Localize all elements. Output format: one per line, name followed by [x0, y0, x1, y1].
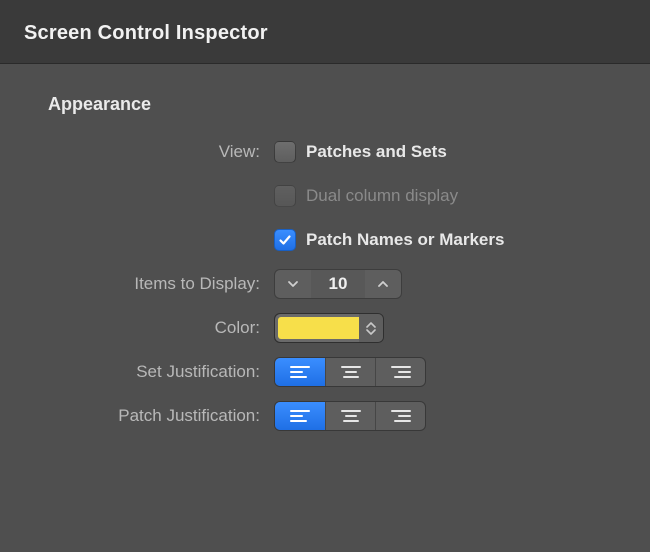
- chevron-up-icon: [376, 277, 390, 291]
- patch-justify-center-button[interactable]: [325, 402, 375, 430]
- checkbox-label-patch-names-or-markers: Patch Names or Markers: [306, 230, 504, 250]
- patch-justify-right-button[interactable]: [375, 402, 425, 430]
- color-swatch: [275, 314, 359, 342]
- chevron-down-icon: [286, 277, 300, 291]
- checkmark-icon: [278, 233, 292, 247]
- label-items: Items to Display:: [24, 274, 274, 294]
- label-set-justification: Set Justification:: [24, 362, 274, 382]
- row-patch-names: Patch Names or Markers: [24, 225, 626, 255]
- label-view: View:: [24, 142, 274, 162]
- set-justify-left-button[interactable]: [275, 358, 325, 386]
- items-stepper: 10: [274, 269, 402, 299]
- items-value[interactable]: 10: [311, 270, 365, 298]
- row-view: View: Patches and Sets: [24, 137, 626, 167]
- color-stepper-arrows: [359, 314, 383, 342]
- align-left-icon: [290, 365, 310, 379]
- items-increment-button[interactable]: [365, 270, 401, 298]
- set-justification-segmented: [274, 357, 426, 387]
- row-color: Color:: [24, 313, 626, 343]
- align-right-icon: [391, 409, 411, 423]
- checkbox-dual-column: [274, 185, 296, 207]
- row-set-justification: Set Justification:: [24, 357, 626, 387]
- caret-up-icon: [366, 322, 376, 328]
- checkbox-label-patches-and-sets: Patches and Sets: [306, 142, 447, 162]
- set-justify-center-button[interactable]: [325, 358, 375, 386]
- items-decrement-button[interactable]: [275, 270, 311, 298]
- checkbox-patch-names-or-markers[interactable]: [274, 229, 296, 251]
- row-items-to-display: Items to Display: 10: [24, 269, 626, 299]
- patch-justification-segmented: [274, 401, 426, 431]
- align-left-icon: [290, 409, 310, 423]
- label-patch-justification: Patch Justification:: [24, 406, 274, 426]
- align-center-icon: [341, 365, 361, 379]
- set-justify-right-button[interactable]: [375, 358, 425, 386]
- row-dual-column: Dual column display: [24, 181, 626, 211]
- checkbox-patches-and-sets[interactable]: [274, 141, 296, 163]
- checkbox-label-dual-column: Dual column display: [306, 186, 458, 206]
- label-color: Color:: [24, 318, 274, 338]
- title-bar: Screen Control Inspector: [0, 0, 650, 64]
- align-right-icon: [391, 365, 411, 379]
- align-center-icon: [341, 409, 361, 423]
- appearance-panel: Appearance View: Patches and Sets Dual c…: [0, 64, 650, 431]
- section-heading-appearance: Appearance: [48, 94, 626, 115]
- window-title: Screen Control Inspector: [24, 22, 626, 45]
- color-picker[interactable]: [274, 313, 384, 343]
- patch-justify-left-button[interactable]: [275, 402, 325, 430]
- caret-down-icon: [366, 329, 376, 335]
- row-patch-justification: Patch Justification:: [24, 401, 626, 431]
